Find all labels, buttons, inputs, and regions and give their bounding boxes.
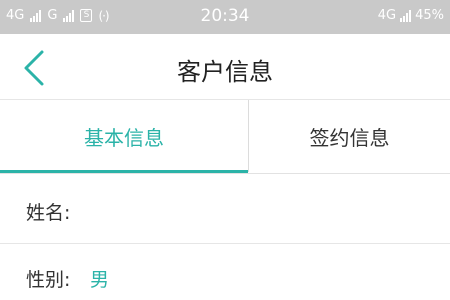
- name-row: 姓名:: [0, 174, 450, 244]
- battery-percent: 45%: [415, 8, 444, 23]
- signal-icon-right: [400, 9, 412, 22]
- nav-bar: 客户信息: [0, 34, 450, 100]
- tab-bar: 基本信息 签约信息: [0, 100, 450, 174]
- page-title: 客户信息: [177, 58, 273, 86]
- tab-contract-info[interactable]: 签约信息: [249, 100, 450, 172]
- name-label: 姓名:: [26, 202, 71, 224]
- gender-label: 性别:: [26, 269, 71, 291]
- tab-basic-info[interactable]: 基本信息: [0, 100, 248, 172]
- status-bar-right: 4G 45%: [378, 8, 444, 23]
- gender-row: 性别: 男: [0, 245, 450, 300]
- network-type-right: 4G: [377, 8, 397, 23]
- status-bar: 4G G S (·) 20:34 4G 45%: [0, 0, 450, 34]
- gender-value: 男: [90, 269, 110, 291]
